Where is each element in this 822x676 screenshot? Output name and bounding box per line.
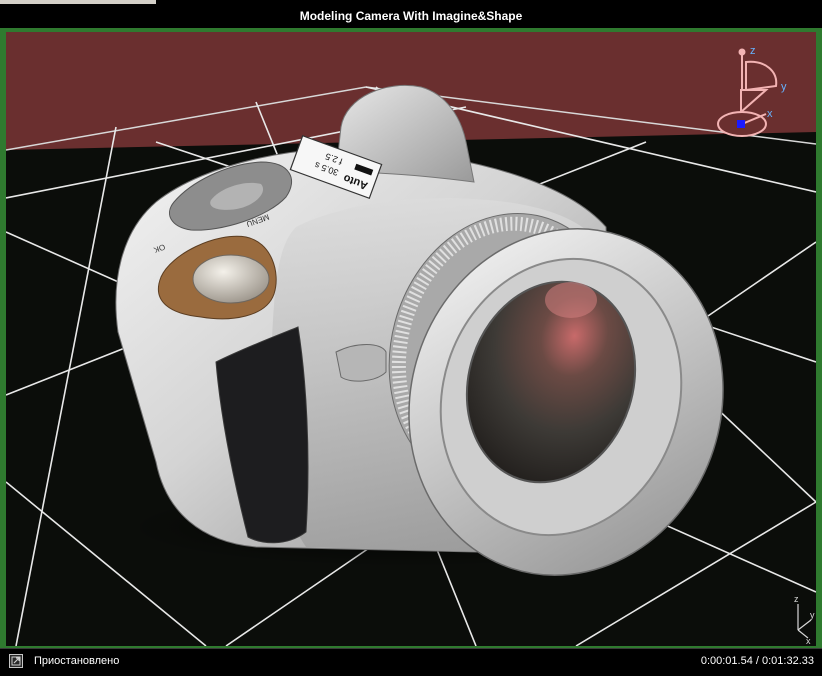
- gizmo-y-label: y: [781, 81, 787, 93]
- mini-axis-y: y: [810, 610, 815, 620]
- maximize-icon: [11, 656, 21, 666]
- mini-axis-x: x: [806, 636, 811, 646]
- window-title: Modeling Camera With Imagine&Shape: [0, 5, 822, 28]
- top-tab-fragment: [0, 0, 156, 4]
- front-lamp: [335, 344, 387, 382]
- gizmo-x-label: x: [767, 108, 773, 120]
- maximize-button[interactable]: [9, 654, 23, 668]
- mini-axis-z: z: [794, 594, 799, 604]
- 3d-viewport[interactable]: Auto 30.5 s f 2.5 MENU OK z y x z y x: [6, 32, 816, 646]
- lens-highlight: [545, 282, 597, 318]
- shutter-button[interactable]: [192, 254, 270, 304]
- status-text: Приостановлено: [34, 655, 120, 667]
- playback-time: 0:00:01.54 / 0:01:32.33: [700, 655, 814, 667]
- gizmo-z-label: z: [750, 45, 756, 57]
- status-bar: Приостановлено 0:00:01.54 / 0:01:32.33: [0, 648, 822, 676]
